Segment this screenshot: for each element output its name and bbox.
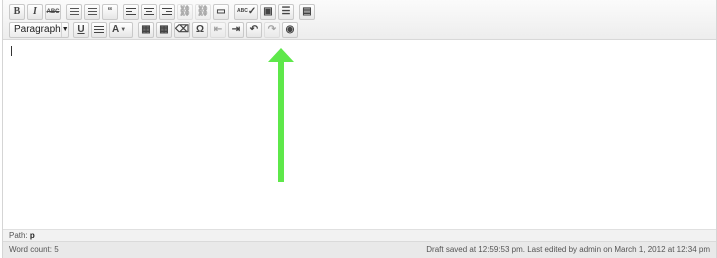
align-left-button[interactable] <box>123 3 139 20</box>
text-cursor <box>11 46 12 56</box>
redo-button-label: ↷ <box>267 23 277 35</box>
bold-button-label: B <box>13 5 21 17</box>
annotation-arrow-icon <box>268 48 294 182</box>
align-center-button[interactable] <box>141 3 157 20</box>
bold-button[interactable]: B <box>9 3 25 20</box>
italic-button[interactable]: I <box>27 3 43 20</box>
unlink-button[interactable]: ⛓ <box>195 3 211 20</box>
align-left-icon <box>126 7 136 16</box>
text-color-button-label: A <box>112 23 120 35</box>
fullscreen-button[interactable]: ▣ <box>260 3 276 20</box>
help-button[interactable]: ◉ <box>282 21 298 38</box>
more-tag-button[interactable]: ▭ <box>213 3 229 20</box>
paste-text-icon: ▦ <box>141 23 151 35</box>
outdent-button[interactable]: ⇤ <box>210 21 226 38</box>
indent-icon: ⇥ <box>231 23 241 35</box>
underline-button[interactable]: U <box>73 21 89 38</box>
path-label: Path: <box>9 231 28 240</box>
align-right-icon <box>162 7 172 16</box>
toolbar-row-2: Paragraph ▼ U A ▼ ▦ ▦ ⌫ Ω ⇤ ⇥ ↶ ↷ ◉ <box>9 21 300 38</box>
fullscreen-icon: ▣ <box>263 5 273 17</box>
spellcheck-button[interactable]: ABC✓▼ <box>234 3 258 20</box>
undo-button[interactable]: ↶ <box>246 21 262 38</box>
extra-button[interactable]: ▤ <box>299 3 315 20</box>
format-select-value: Paragraph <box>14 24 61 35</box>
align-center-icon <box>144 7 154 16</box>
path-bar: Path: p <box>3 229 716 241</box>
italic-button-label: I <box>33 5 37 17</box>
link-icon: ⛓ <box>178 5 192 17</box>
underline-button-label: U <box>77 23 85 35</box>
unlink-icon: ⛓ <box>196 5 210 17</box>
more-tag-icon: ▭ <box>216 5 226 17</box>
draft-saved-status: Draft saved at 12:59:53 pm. Last edited … <box>426 245 710 254</box>
kitchen-sink-icon: ☰ <box>281 5 291 17</box>
undo-button-label: ↶ <box>249 23 259 35</box>
document-icon: ▤ <box>302 5 312 17</box>
word-count: Word count: 5 <box>9 245 59 254</box>
paste-text-button[interactable]: ▦ <box>138 21 154 38</box>
redo-button[interactable]: ↷ <box>264 21 280 38</box>
numbered-list-button[interactable] <box>84 3 100 20</box>
blockquote-button-label: “ <box>107 5 113 17</box>
toolbar-row-1: BIABC“⛓⛓▭ABC✓▼▣☰▤ <box>9 3 317 20</box>
chevron-down-icon: ▼ <box>257 9 258 15</box>
path-element[interactable]: p <box>30 231 35 240</box>
spellcheck-icon: ✓ <box>247 5 257 17</box>
indent-button[interactable]: ⇥ <box>228 21 244 38</box>
rich-text-editor: BIABC“⛓⛓▭ABC✓▼▣☰▤ Paragraph ▼ UA▼▦▦⌫Ω⇤⇥↶… <box>2 0 717 258</box>
text-color-button[interactable]: A ▼ <box>109 21 133 38</box>
kitchen-sink-button[interactable]: ☰ <box>278 3 294 20</box>
bullet-list-icon <box>69 6 79 17</box>
align-right-button[interactable] <box>159 3 175 20</box>
justify-button[interactable] <box>91 21 107 38</box>
bullet-list-button[interactable] <box>66 3 82 20</box>
strikethrough-button-label: ABC <box>46 8 60 15</box>
help-icon: ◉ <box>285 23 295 35</box>
justify-icon <box>94 25 104 34</box>
numbered-list-icon <box>87 6 97 17</box>
chevron-down-icon: ▼ <box>60 22 69 37</box>
paste-word-button[interactable]: ▦ <box>156 21 172 38</box>
spellcheck-button-label: ABC <box>237 8 248 14</box>
outdent-icon: ⇤ <box>213 23 223 35</box>
special-char-button[interactable]: Ω <box>192 21 208 38</box>
remove-format-button[interactable]: ⌫ <box>174 21 190 38</box>
format-select[interactable]: Paragraph ▼ <box>9 21 69 38</box>
editor-content-area[interactable] <box>3 41 716 229</box>
status-bar: Word count: 5 Draft saved at 12:59:53 pm… <box>3 241 716 258</box>
strikethrough-button[interactable]: ABC <box>45 3 61 20</box>
chevron-down-icon: ▼ <box>120 26 127 33</box>
paste-word-icon: ▦ <box>159 23 169 35</box>
eraser-icon: ⌫ <box>174 23 190 35</box>
special-char-button-label: Ω <box>195 23 205 35</box>
editor-toolbar: BIABC“⛓⛓▭ABC✓▼▣☰▤ Paragraph ▼ UA▼▦▦⌫Ω⇤⇥↶… <box>3 0 716 40</box>
blockquote-button[interactable]: “ <box>102 3 118 20</box>
link-button[interactable]: ⛓ <box>177 3 193 20</box>
